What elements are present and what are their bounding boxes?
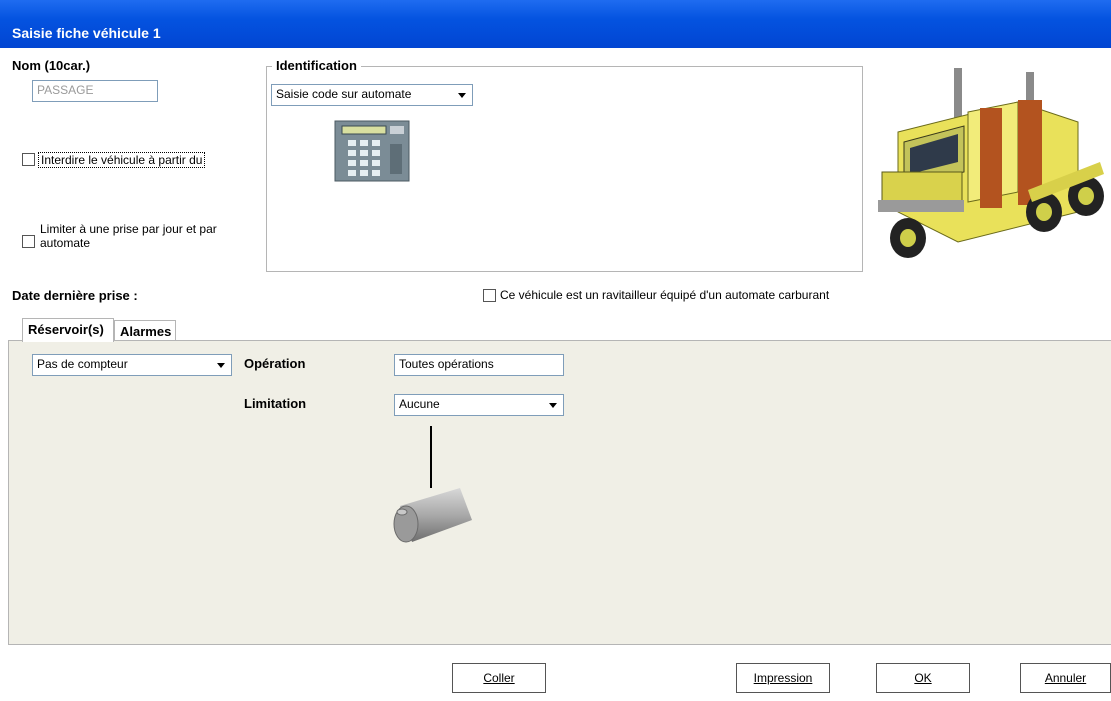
chevron-down-icon[interactable] — [545, 397, 561, 413]
ravitailleur-label: Ce véhicule est un ravitailleur équipé d… — [500, 288, 830, 302]
impression-button[interactable]: Impression — [736, 663, 830, 693]
identification-legend: Identification — [272, 58, 361, 73]
compteur-select[interactable]: Pas de compteur — [32, 354, 232, 376]
identification-mode-value: Saisie code sur automate — [276, 87, 412, 101]
bottom-divider — [8, 644, 1111, 645]
operation-label: Opération — [244, 356, 306, 371]
limitation-label: Limitation — [244, 396, 307, 411]
window-title: Saisie fiche véhicule 1 — [12, 25, 161, 41]
interdire-checkbox[interactable] — [22, 153, 35, 166]
interdire-label: Interdire le véhicule à partir du — [38, 152, 206, 168]
chevron-down-icon[interactable] — [454, 87, 470, 103]
name-input[interactable]: PASSAGE — [32, 80, 158, 102]
date-derniere-prise-label: Date dernière prise : — [12, 288, 138, 303]
limitation-value: Aucune — [399, 397, 440, 411]
chevron-down-icon[interactable] — [213, 357, 229, 373]
ravitailleur-checkbox[interactable] — [483, 289, 496, 302]
operation-input[interactable]: Toutes opérations — [394, 354, 564, 376]
annuler-button[interactable]: Annuler — [1020, 663, 1111, 693]
limiter-label-line2: automate — [40, 236, 91, 250]
limiter-label: Limiter à une prise par jour et par auto… — [40, 222, 217, 250]
limiter-checkbox[interactable] — [22, 235, 35, 248]
tab-reservoirs[interactable]: Réservoir(s) — [22, 318, 114, 342]
compteur-value: Pas de compteur — [37, 357, 128, 371]
keypad-terminal-icon — [334, 120, 410, 182]
tab-panel-reservoirs — [8, 340, 1111, 645]
limitation-select[interactable]: Aucune — [394, 394, 564, 416]
identification-mode-select[interactable]: Saisie code sur automate — [271, 84, 473, 106]
truck-icon — [868, 62, 1111, 280]
limiter-label-line1: Limiter à une prise par jour et par — [40, 222, 217, 236]
ok-button[interactable]: OK — [876, 663, 970, 693]
fuel-tank-icon — [386, 484, 476, 548]
title-bar: Saisie fiche véhicule 1 — [0, 0, 1111, 48]
name-label: Nom (10car.) — [12, 58, 91, 73]
tank-connector-line — [430, 426, 432, 488]
tab-alarmes[interactable]: Alarmes — [114, 320, 176, 342]
coller-button[interactable]: Coller — [452, 663, 546, 693]
